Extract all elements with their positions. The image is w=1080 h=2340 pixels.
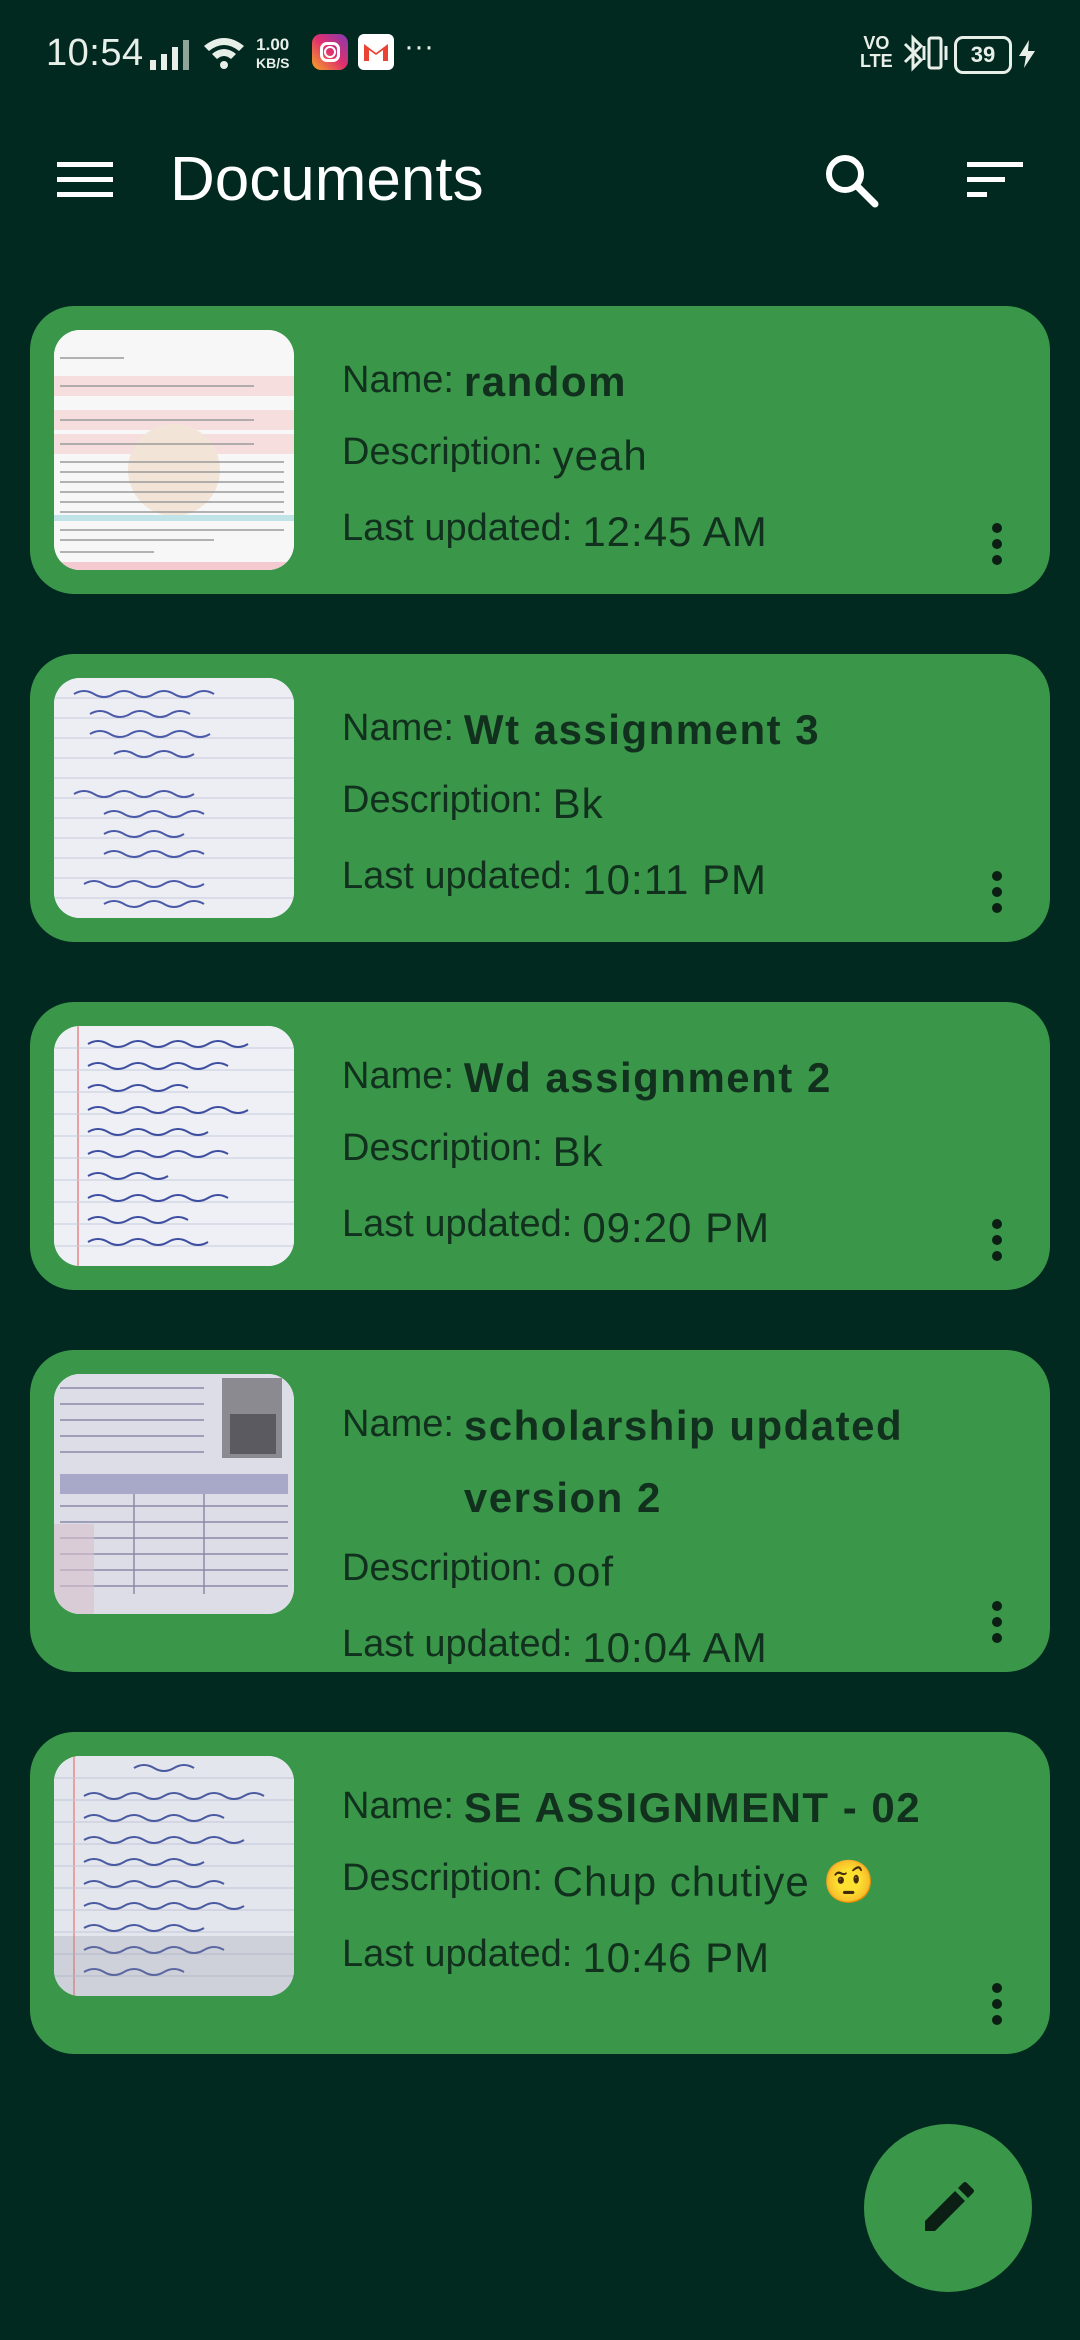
gmail-icon [358, 34, 394, 70]
network-speed: 1.00 KB/S [256, 35, 290, 72]
document-card[interactable]: Name: random Description: yeah Last update… [30, 306, 1050, 594]
document-info: Name: random Description: yeah Last update… [342, 346, 930, 570]
description-label: Description: [342, 1857, 543, 1899]
charging-icon [1019, 40, 1035, 68]
more-vert-icon [992, 1219, 1002, 1261]
more-options-button[interactable] [980, 862, 1014, 922]
document-list: Name: random Description: yeah Last update… [30, 306, 1050, 2114]
status-time: 10:54 [46, 32, 144, 74]
document-card[interactable]: Name: Wt assignment 3 Description: Bk Last… [30, 654, 1050, 942]
updated-label: Last updated: [342, 1623, 573, 1665]
search-icon [826, 155, 879, 208]
description-label: Description: [342, 431, 543, 473]
document-thumbnail [54, 330, 294, 570]
document-thumbnail [54, 1756, 294, 1996]
document-card[interactable]: Name: scholarship updated version 2 Descr… [30, 1350, 1050, 1672]
document-name: SE ASSIGNMENT - 02 [463, 1784, 922, 1831]
status-bar: 10:54 1.00 KB/S ··· VO LTE 39 [0, 0, 1080, 110]
menu-button[interactable] [40, 135, 130, 225]
document-description: Bk [552, 1128, 604, 1175]
more-vert-icon [992, 1983, 1002, 2025]
wifi-icon [204, 38, 244, 69]
menu-icon [57, 162, 113, 197]
volte-indicator: VO LTE [860, 33, 893, 71]
document-description: Bk [552, 780, 604, 827]
document-description: yeah [552, 432, 648, 479]
document-thumbnail [54, 1374, 294, 1614]
more-notifications: ··· [404, 30, 434, 63]
updated-label: Last updated: [342, 1203, 573, 1245]
sort-button[interactable] [950, 135, 1040, 225]
document-info: Name: Wd assignment 2 Description: Bk Last… [342, 1042, 930, 1266]
description-label: Description: [342, 1127, 543, 1169]
more-options-button[interactable] [980, 1592, 1014, 1652]
battery-indicator: 39 [954, 36, 1012, 74]
document-card[interactable]: Name: SE ASSIGNMENT - 02 Description: Chup… [30, 1732, 1050, 2054]
name-label: Name: [342, 1785, 454, 1827]
vibrate-icon [922, 36, 948, 70]
more-vert-icon [992, 871, 1002, 913]
document-info: Name: scholarship updated version 2 Descr… [342, 1390, 930, 1686]
document-name: scholarship updated version 2 [463, 1402, 904, 1521]
more-vert-icon [992, 1601, 1002, 1643]
document-name: Wd assignment 2 [463, 1054, 832, 1101]
app-bar: Documents [0, 110, 1080, 250]
document-description: Chup chutiye 🤨 [552, 1858, 876, 1905]
document-thumbnail [54, 1026, 294, 1266]
document-name: Wt assignment 3 [463, 706, 821, 753]
instagram-icon [312, 34, 348, 70]
document-info: Name: Wt assignment 3 Description: Bk Last… [342, 694, 930, 918]
name-label: Name: [342, 1055, 454, 1097]
document-updated: 10:11 PM [582, 856, 767, 903]
page-title: Documents [170, 145, 484, 214]
document-description: oof [552, 1548, 615, 1595]
more-options-button[interactable] [980, 1210, 1014, 1270]
document-updated: 10:04 AM [582, 1624, 768, 1671]
document-info: Name: SE ASSIGNMENT - 02 Description: Chup… [342, 1772, 930, 1996]
updated-label: Last updated: [342, 507, 573, 549]
updated-label: Last updated: [342, 1933, 573, 1975]
document-name: random [463, 358, 627, 405]
name-label: Name: [342, 1403, 454, 1445]
search-button[interactable] [806, 135, 896, 225]
pencil-icon [925, 2182, 974, 2231]
description-label: Description: [342, 779, 543, 821]
document-updated: 09:20 PM [582, 1204, 771, 1251]
more-options-button[interactable] [980, 514, 1014, 574]
name-label: Name: [342, 359, 454, 401]
document-updated: 10:46 PM [582, 1934, 771, 1981]
new-document-button[interactable] [864, 2124, 1032, 2292]
updated-label: Last updated: [342, 855, 573, 897]
signal-icon [150, 40, 189, 70]
document-updated: 12:45 AM [582, 508, 768, 555]
document-thumbnail [54, 678, 294, 918]
description-label: Description: [342, 1547, 543, 1589]
more-vert-icon [992, 523, 1002, 565]
name-label: Name: [342, 707, 454, 749]
more-options-button[interactable] [980, 1974, 1014, 2034]
document-card[interactable]: Name: Wd assignment 2 Description: Bk Last… [30, 1002, 1050, 1290]
sort-icon [967, 162, 1023, 197]
